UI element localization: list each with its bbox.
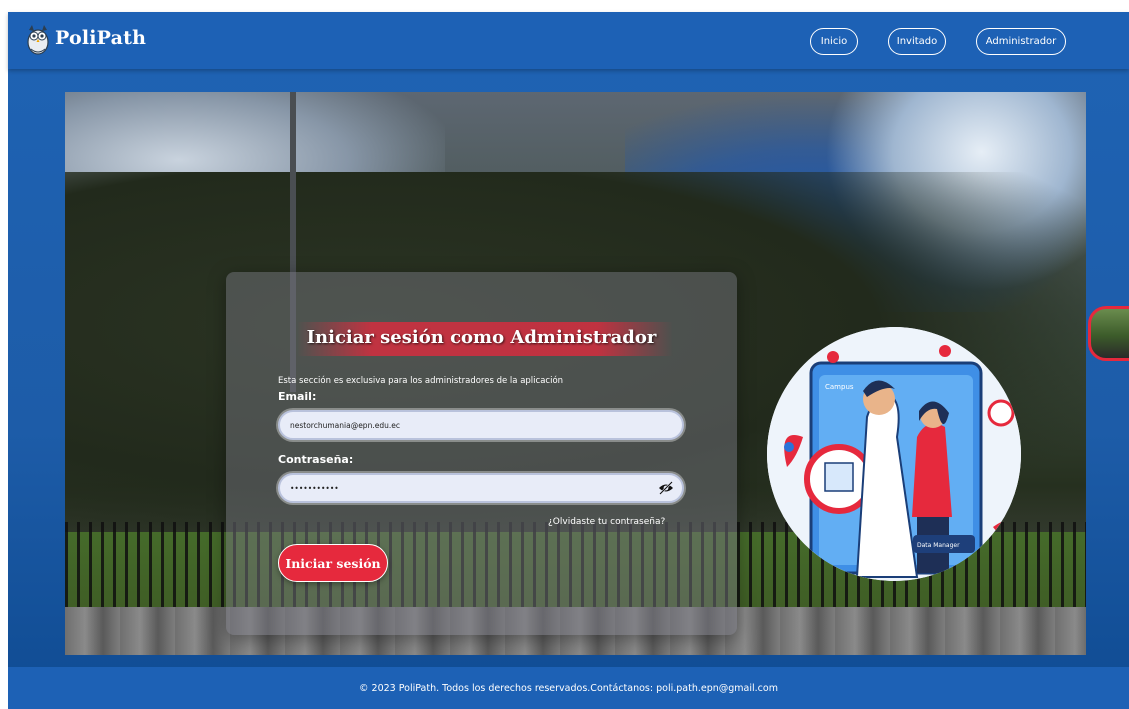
admin-illustration: Campus Data Manager [767, 327, 1021, 581]
brand-name[interactable]: PoliPath [55, 27, 146, 49]
email-value: nestorchumania@epn.edu.ec [290, 420, 400, 430]
login-subtitle: Esta sección es exclusiva para los admin… [278, 376, 564, 386]
email-field[interactable]: nestorchumania@epn.edu.ec [278, 410, 684, 440]
forgot-password-link[interactable]: ¿Olvidaste tu contraseña? [548, 517, 665, 527]
nav-inicio-button[interactable]: Inicio [810, 28, 858, 55]
hero-background: Iniciar sesión como Administrador Esta s… [65, 92, 1086, 655]
password-label: Contraseña: [278, 453, 354, 466]
eye-slash-icon[interactable] [658, 481, 674, 495]
illustration-campus-label: Campus [825, 383, 854, 391]
header: PoliPath Inicio Invitado Administrador [8, 12, 1129, 69]
nav-administrador-button[interactable]: Administrador [976, 28, 1066, 55]
email-label: Email: [278, 390, 317, 403]
login-panel: Iniciar sesión como Administrador Esta s… [226, 272, 737, 635]
nav-invitado-button[interactable]: Invitado [888, 28, 946, 55]
illustration-art: Campus Data Manager [767, 327, 1021, 581]
footer: © 2023 PoliPath. Todos los derechos rese… [8, 667, 1129, 709]
floating-campus-thumbnail[interactable] [1088, 306, 1129, 361]
login-button[interactable]: Iniciar sesión [278, 544, 388, 582]
login-title: Iniciar sesión como Administrador [306, 327, 657, 348]
password-field[interactable]: ••••••••••• [278, 473, 684, 503]
owl-logo-icon[interactable] [26, 22, 50, 56]
footer-text: © 2023 PoliPath. Todos los derechos rese… [359, 682, 778, 694]
illustration-card-label: Data Manager [917, 542, 960, 549]
page-frame: PoliPath Inicio Invitado Administrador I… [8, 12, 1129, 709]
password-value: ••••••••••• [290, 483, 339, 493]
